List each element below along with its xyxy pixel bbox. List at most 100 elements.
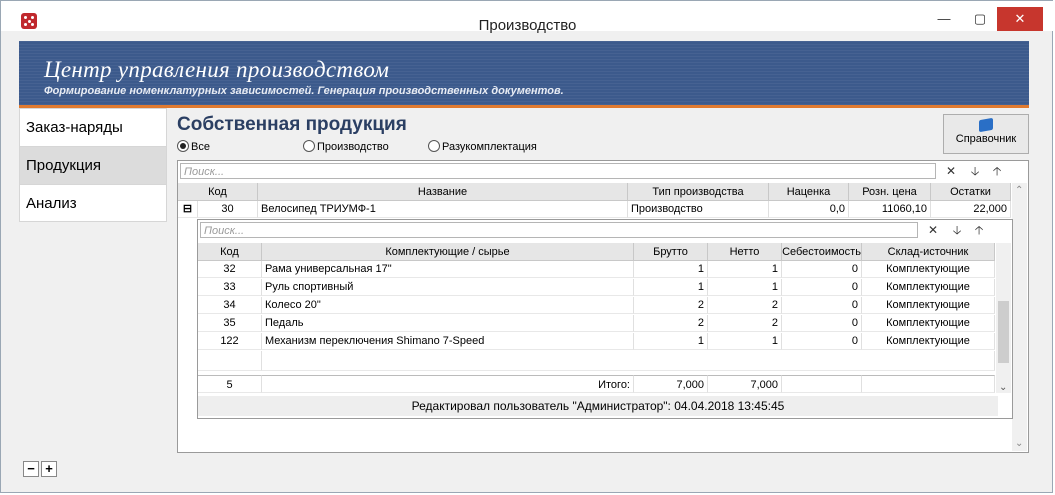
- expand-all-icon[interactable]: +: [41, 461, 57, 477]
- table-row-type[interactable]: Производство: [628, 201, 769, 218]
- radio-icon: [303, 140, 315, 152]
- detail-scroll-down-icon[interactable]: ⌄: [999, 382, 1007, 393]
- table-row-stock[interactable]: 22,000: [931, 201, 1011, 218]
- detail-row-code[interactable]: 35: [198, 315, 262, 332]
- header-title: Центр управления производством: [44, 57, 390, 82]
- radio-icon: [428, 140, 440, 152]
- detail-row-net[interactable]: 1: [708, 261, 782, 278]
- detail-arrow-down-icon[interactable]: 🡣: [948, 222, 966, 238]
- table-row-price[interactable]: 11060,10: [849, 201, 931, 218]
- totals-cost: [782, 375, 862, 393]
- detail-search-input[interactable]: Поиск...: [200, 222, 918, 238]
- detail-row-warehouse[interactable]: Комплектующие: [862, 261, 995, 278]
- collapse-icon[interactable]: ⊟: [178, 201, 198, 218]
- detail-row-net[interactable]: 2: [708, 297, 782, 314]
- col-header-code[interactable]: Код: [178, 183, 258, 201]
- arrow-up-icon[interactable]: 🡡: [988, 163, 1006, 179]
- detail-row-component[interactable]: Колесо 20": [262, 297, 634, 314]
- detail-row-warehouse[interactable]: Комплектующие: [862, 333, 995, 350]
- detail-row-code[interactable]: 33: [198, 279, 262, 296]
- sidebar-item-orders[interactable]: Заказ-наряды: [19, 108, 167, 146]
- arrow-down-icon[interactable]: 🡣: [966, 163, 984, 179]
- detail-row-warehouse[interactable]: Комплектующие: [862, 297, 995, 314]
- radio-all[interactable]: Все: [177, 140, 210, 153]
- close-icon[interactable]: ✕: [997, 7, 1043, 31]
- col-header-price[interactable]: Розн. цена: [849, 183, 931, 201]
- totals-warehouse: [862, 375, 995, 393]
- minimize-icon[interactable]: —: [929, 7, 959, 31]
- sidebar: Заказ-наряды Продукция Анализ: [19, 108, 167, 222]
- bottom-toolbar: − +: [19, 460, 1029, 480]
- window-title: Производство: [478, 17, 577, 34]
- detail-clear-search-icon[interactable]: ✕: [924, 222, 942, 238]
- collapse-all-icon[interactable]: −: [23, 461, 39, 477]
- detail-row-component[interactable]: Руль спортивный: [262, 279, 634, 296]
- detail-row-warehouse[interactable]: Комплектующие: [862, 279, 995, 296]
- detail-row-cost[interactable]: 0: [782, 279, 862, 296]
- detail-row-code[interactable]: 32: [198, 261, 262, 278]
- totals-count: 5: [198, 375, 262, 393]
- detail-row-gross[interactable]: 1: [634, 261, 708, 278]
- detail-scroll-thumb[interactable]: [998, 301, 1009, 363]
- table-row-code[interactable]: 30: [198, 201, 258, 218]
- detail-col-header-warehouse[interactable]: Склад-источник: [862, 243, 995, 261]
- title-bar: Производство — ▢ ✕: [1, 1, 1054, 34]
- col-header-stock[interactable]: Остатки: [931, 183, 1011, 201]
- app-window: Производство — ▢ ✕ Центр управления прои…: [0, 0, 1054, 493]
- search-input[interactable]: Поиск...: [180, 163, 936, 179]
- detail-row-warehouse[interactable]: Комплектующие: [862, 315, 995, 332]
- detail-row-gross[interactable]: 1: [634, 333, 708, 350]
- table-row-name[interactable]: Велосипед ТРИУМФ-1: [258, 201, 628, 218]
- detail-col-header-net[interactable]: Нетто: [708, 243, 782, 261]
- detail-row-net[interactable]: 1: [708, 333, 782, 350]
- page-title: Собственная продукция: [177, 114, 407, 135]
- empty-row: [198, 351, 262, 371]
- detail-arrow-up-icon[interactable]: 🡡: [970, 222, 988, 238]
- scroll-up-icon[interactable]: ⌃: [1015, 185, 1023, 196]
- detail-row-gross[interactable]: 1: [634, 279, 708, 296]
- detail-col-header-gross[interactable]: Брутто: [634, 243, 708, 261]
- sidebar-item-analysis[interactable]: Анализ: [19, 184, 167, 222]
- detail-col-header-code[interactable]: Код: [198, 243, 262, 261]
- col-header-markup[interactable]: Наценка: [769, 183, 849, 201]
- detail-row-cost[interactable]: 0: [782, 297, 862, 314]
- detail-row-component[interactable]: Рама универсальная 17": [262, 261, 634, 278]
- main-panel: Собственная продукция Все Производство Р…: [177, 108, 1029, 453]
- edited-by-note: Редактировал пользователь "Администратор…: [198, 396, 998, 416]
- scroll-down-icon[interactable]: ⌄: [1015, 438, 1023, 449]
- radio-production[interactable]: Производство: [303, 140, 389, 153]
- empty-row: [262, 351, 995, 371]
- col-header-type[interactable]: Тип производства: [628, 183, 769, 201]
- detail-row-cost[interactable]: 0: [782, 333, 862, 350]
- detail-row-code[interactable]: 122: [198, 333, 262, 350]
- app-header-banner: Центр управления производством Формирова…: [19, 41, 1029, 108]
- detail-row-cost[interactable]: 0: [782, 261, 862, 278]
- detail-scrollbar[interactable]: ⌄: [996, 243, 1011, 393]
- detail-row-cost[interactable]: 0: [782, 315, 862, 332]
- book-icon: [979, 117, 993, 133]
- detail-grid: Поиск... ✕ 🡣 🡡 Код Комплектующие / сырье…: [197, 219, 1013, 419]
- detail-col-header-component[interactable]: Комплектующие / сырье: [262, 243, 634, 261]
- totals-label: Итого:: [262, 375, 634, 393]
- detail-row-component[interactable]: Механизм переключения Shimano 7-Speed: [262, 333, 634, 350]
- radio-disassembly[interactable]: Разукомплектация: [428, 140, 537, 153]
- detail-row-component[interactable]: Педаль: [262, 315, 634, 332]
- detail-row-code[interactable]: 34: [198, 297, 262, 314]
- detail-row-gross[interactable]: 2: [634, 297, 708, 314]
- detail-row-gross[interactable]: 2: [634, 315, 708, 332]
- clear-search-icon[interactable]: ✕: [942, 163, 960, 179]
- table-row-markup[interactable]: 0,0: [769, 201, 849, 218]
- detail-row-net[interactable]: 1: [708, 279, 782, 296]
- radio-selected-icon: [177, 140, 189, 152]
- totals-gross: 7,000: [634, 375, 708, 393]
- sidebar-item-products[interactable]: Продукция: [19, 146, 167, 184]
- totals-net: 7,000: [708, 375, 782, 393]
- grid-scrollbar[interactable]: ⌃ ⌄: [1012, 183, 1027, 451]
- maximize-icon[interactable]: ▢: [965, 7, 995, 31]
- col-header-name[interactable]: Название: [258, 183, 628, 201]
- products-grid: Поиск... ✕ 🡣 🡡 Код Название Тип производ…: [177, 160, 1029, 453]
- detail-row-net[interactable]: 2: [708, 315, 782, 332]
- reference-button[interactable]: Справочник: [943, 114, 1029, 154]
- detail-col-header-cost[interactable]: Себестоимость: [782, 243, 862, 261]
- header-subtitle: Формирование номенклатурных зависимостей…: [44, 85, 564, 97]
